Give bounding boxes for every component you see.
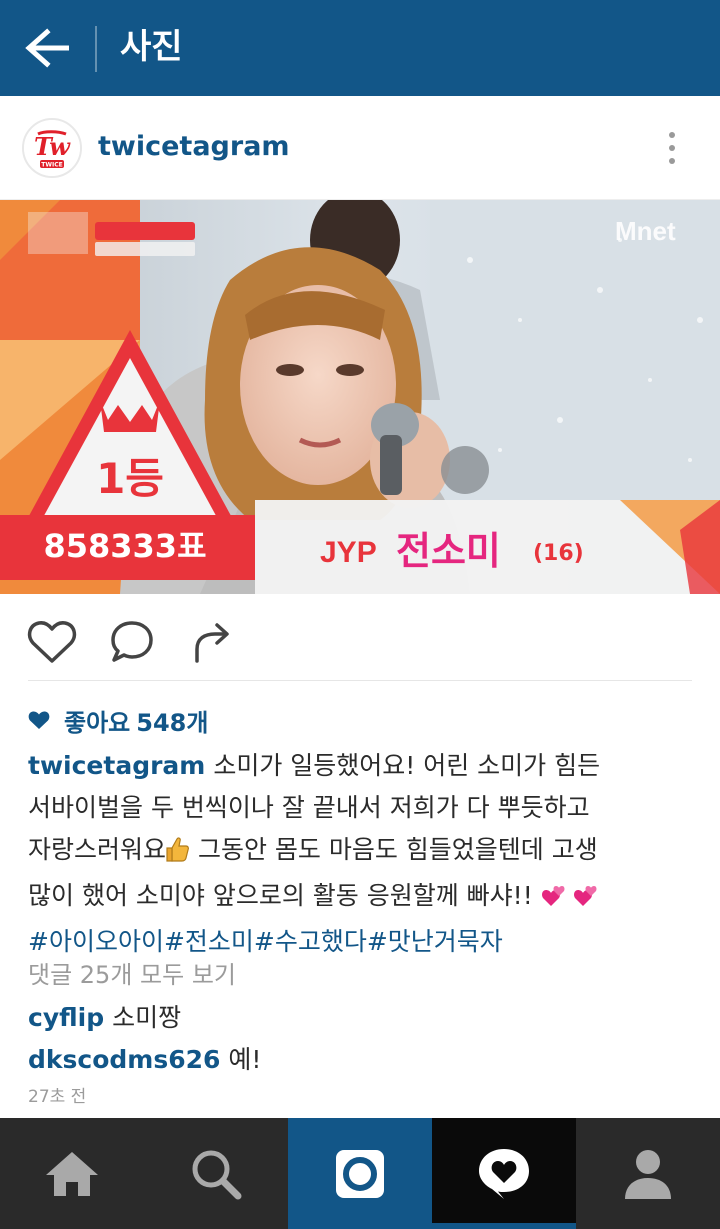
post-timestamp: 27초 전 — [28, 1087, 87, 1107]
avatar-text: TWICE — [41, 162, 62, 169]
svg-text:Tw: Tw — [34, 132, 71, 161]
tab-profile[interactable] — [576, 1118, 720, 1229]
thumbs-up-emoji — [166, 833, 190, 875]
view-all-comments-link[interactable]: 댓글 25개 모두 보기 — [28, 955, 236, 995]
comment-text: 소미짱 — [112, 1003, 182, 1032]
caption-line-3a: 자랑스러워요 — [28, 835, 167, 864]
camera-icon — [336, 1149, 384, 1198]
comment-item: cyflip 소미짱 — [28, 998, 181, 1038]
heart-filled-icon — [28, 711, 50, 729]
caption-line-3b: 그동안 몸도 마음도 힘들었을텐데 고생 — [190, 835, 598, 864]
profile-icon — [625, 1149, 671, 1199]
photo-illustration: Mnet 1등 858333표 JYP 전소미 (16) — [0, 200, 720, 594]
caption-line-1: 소미가 일등했어요! 어린 소미가 힘든 — [213, 751, 601, 780]
more-options-button[interactable] — [656, 128, 688, 168]
likes-label: 좋아요 — [64, 708, 131, 737]
back-arrow-icon — [25, 28, 69, 68]
agency-label: JYP — [320, 536, 377, 569]
comment-text: 예! — [228, 1045, 262, 1074]
action-divider — [28, 680, 692, 681]
caption-line-2: 서바이벌을 두 번씩이나 잘 끝내서 저희가 다 뿌듯하고 — [28, 793, 590, 822]
app-bar-divider — [95, 26, 97, 72]
page-title: 사진 — [120, 27, 183, 67]
home-icon — [46, 1151, 98, 1196]
member-age: (16) — [533, 541, 584, 566]
avatar[interactable]: Tw TWICE — [22, 118, 82, 178]
comment-username[interactable]: cyflip — [28, 1003, 104, 1032]
app-bar: 사진 — [0, 0, 720, 96]
comment-bubble-icon — [111, 621, 153, 662]
post-caption: twicetagram 소미가 일등했어요! 어린 소미가 힘든 서바이벌을 두… — [28, 745, 698, 963]
share-button[interactable] — [184, 614, 240, 670]
tab-camera[interactable] — [288, 1118, 432, 1229]
more-vertical-icon — [669, 132, 675, 138]
caption-username[interactable]: twicetagram — [28, 751, 205, 780]
comment-username[interactable]: dkscodms626 — [28, 1045, 220, 1074]
activity-heart-icon — [479, 1148, 529, 1199]
tab-search[interactable] — [144, 1118, 288, 1229]
comment-button[interactable] — [104, 614, 160, 670]
post-photo[interactable]: Mnet 1등 858333표 JYP 전소미 (16) — [0, 200, 720, 594]
likes-count[interactable]: 좋아요 548개 — [28, 702, 208, 738]
post-username[interactable]: twicetagram — [98, 129, 290, 165]
action-bar — [0, 600, 720, 680]
channel-logo: Mnet — [615, 216, 676, 246]
back-button[interactable] — [18, 20, 78, 76]
heart-outline-icon — [27, 621, 77, 663]
caption-line-4: 많이 했어 소미야 앞으로의 활동 응원할께 빠샤!! — [28, 881, 533, 910]
bottom-navigation — [0, 1118, 720, 1229]
two-hearts-emoji — [541, 879, 597, 921]
share-arrow-icon — [195, 623, 229, 663]
likes-number: 548개 — [136, 708, 209, 737]
post-header: Tw TWICE twicetagram — [0, 96, 720, 200]
member-name: 전소미 — [396, 529, 501, 573]
badge-rank: 1등 — [96, 454, 164, 503]
tab-activity[interactable] — [432, 1118, 576, 1229]
like-button[interactable] — [24, 614, 80, 670]
tab-home[interactable] — [0, 1118, 144, 1229]
comment-item: dkscodms626 예! — [28, 1040, 261, 1080]
search-icon — [192, 1150, 242, 1199]
twice-logo-icon: Tw TWICE — [24, 120, 80, 176]
badge-votes: 858333표 — [43, 527, 206, 565]
